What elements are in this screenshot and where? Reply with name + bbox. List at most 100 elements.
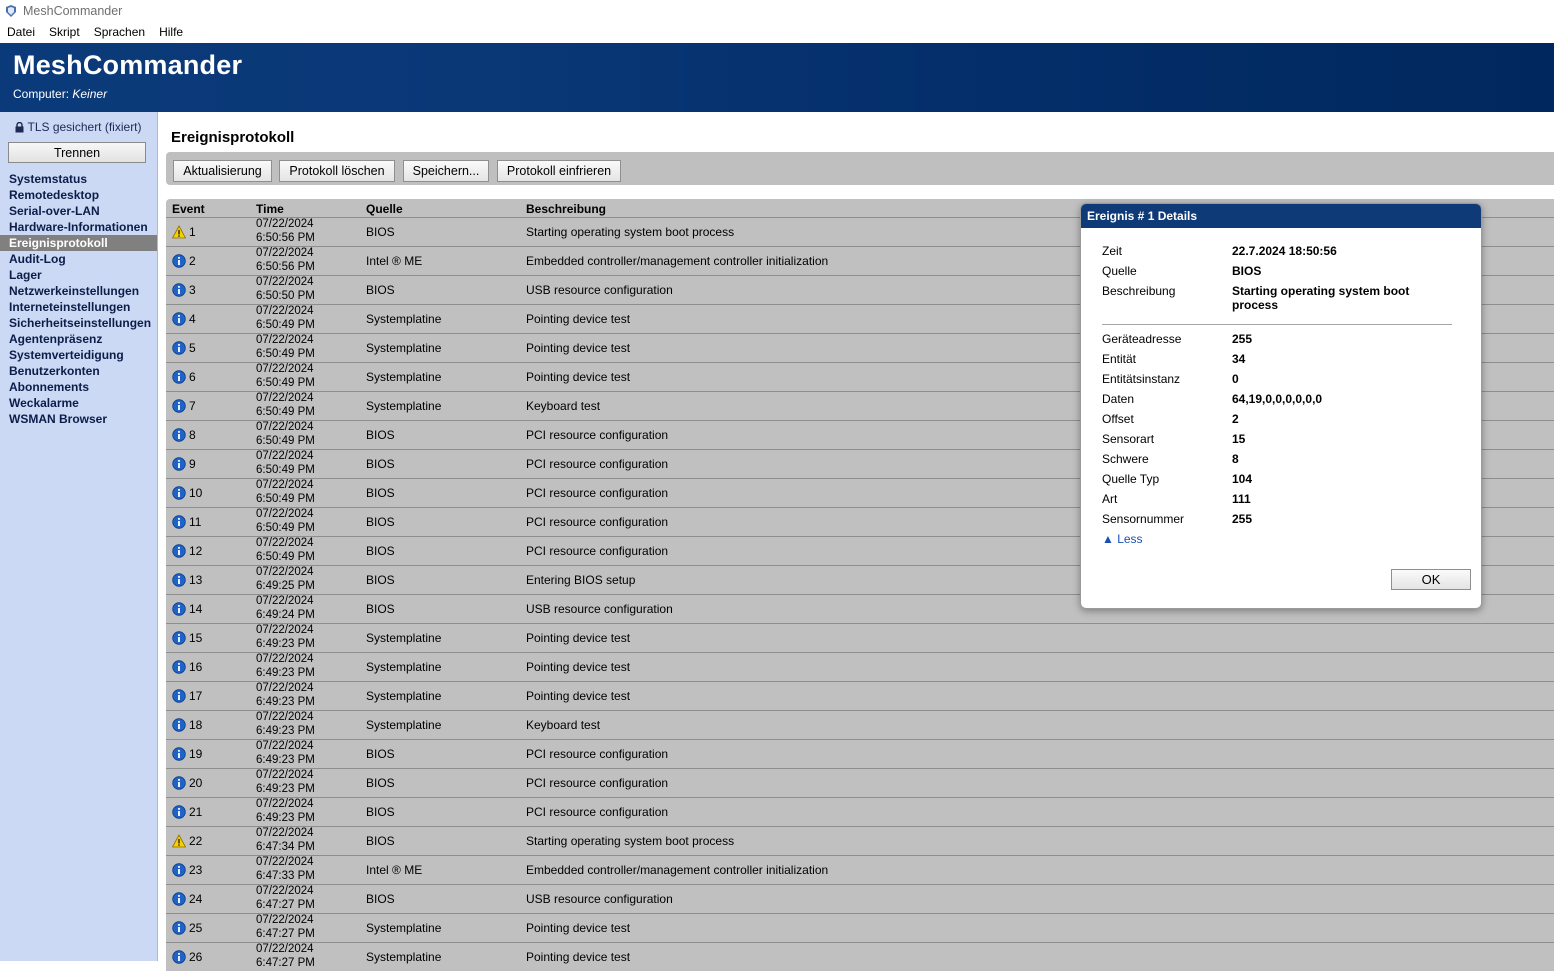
event-number: 26 [189, 950, 203, 964]
table-row[interactable]: 15 07/22/2024 6:49:23 PM Systemplatine Point… [166, 623, 1554, 652]
info-icon [172, 950, 186, 964]
sidebar-item-interneteinstellungen[interactable]: Interneteinstellungen [0, 299, 157, 315]
dialog-title[interactable]: Ereignis # 1 Details [1081, 204, 1481, 228]
event-date: 07/22/2024 [256, 827, 314, 839]
dialog-detail-value: 104 [1232, 472, 1253, 486]
refresh-button[interactable]: Aktualisierung [173, 160, 272, 182]
source-cell: Systemplatine [366, 921, 442, 935]
column-header-event[interactable]: Event [172, 202, 205, 216]
sidebar-item-hardware-informationen[interactable]: Hardware-Informationen [0, 219, 157, 235]
table-row[interactable]: 25 07/22/2024 6:47:27 PM Systemplatine Point… [166, 913, 1554, 942]
menu-sprachen[interactable]: Sprachen [87, 25, 152, 39]
sidebar-item-abonnements[interactable]: Abonnements [0, 379, 157, 395]
table-row[interactable]: 23 07/22/2024 6:47:33 PM Intel ® ME Embedded… [166, 855, 1554, 884]
table-row[interactable]: 21 07/22/2024 6:49:23 PM BIOS PCI resource c… [166, 797, 1554, 826]
dialog-label: Beschreibung [1102, 284, 1176, 298]
sidebar-item-ereignisprotokoll[interactable]: Ereignisprotokoll [0, 235, 157, 251]
sidebar-item-audit-log[interactable]: Audit-Log [0, 251, 157, 267]
event-time: 6:49:24 PM [256, 608, 315, 621]
event-number: 11 [189, 515, 202, 529]
sidebar-item-remotedesktop[interactable]: Remotedesktop [0, 187, 157, 203]
disconnect-button[interactable]: Trennen [8, 142, 146, 163]
event-time: 6:49:23 PM [256, 811, 315, 824]
menu-hilfe[interactable]: Hilfe [152, 25, 190, 39]
time-cell: 07/22/2024 6:50:49 PM [256, 479, 315, 506]
source-cell: BIOS [366, 892, 395, 906]
sidebar-item-agentenpräsenz[interactable]: Agentenpräsenz [0, 331, 157, 347]
info-icon [172, 312, 186, 326]
ok-button[interactable]: OK [1391, 569, 1471, 590]
event-time: 6:50:49 PM [256, 434, 315, 447]
column-header-source[interactable]: Quelle [366, 202, 403, 216]
table-row[interactable]: 26 07/22/2024 6:47:27 PM Systemplatine Point… [166, 942, 1554, 971]
event-date: 07/22/2024 [256, 885, 314, 897]
sidebar-item-netzwerkeinstellungen[interactable]: Netzwerkeinstellungen [0, 283, 157, 299]
menu-datei[interactable]: Datei [0, 25, 42, 39]
source-cell: Systemplatine [366, 689, 442, 703]
sidebar-item-benutzerkonten[interactable]: Benutzerkonten [0, 363, 157, 379]
source-cell: BIOS [366, 515, 395, 529]
event-number: 21 [189, 805, 203, 819]
less-link[interactable]: ▲ Less [1102, 532, 1143, 546]
event-date: 07/22/2024 [256, 566, 314, 578]
event-number: 2 [189, 254, 196, 268]
source-cell: BIOS [366, 486, 395, 500]
event-date: 07/22/2024 [256, 624, 314, 636]
time-cell: 07/22/2024 6:47:27 PM [256, 885, 315, 912]
time-cell: 07/22/2024 6:50:56 PM [256, 218, 315, 245]
event-details-dialog: Ereignis # 1 Details Zeit 22.7.2024 18:50… [1080, 203, 1482, 609]
time-cell: 07/22/2024 6:49:23 PM [256, 798, 315, 825]
event-date: 07/22/2024 [256, 421, 314, 433]
table-row[interactable]: 24 07/22/2024 6:47:27 PM BIOS USB resource c… [166, 884, 1554, 913]
dialog-detail-value: 34 [1232, 352, 1246, 366]
description-cell: Entering BIOS setup [526, 573, 636, 587]
table-row[interactable]: 17 07/22/2024 6:49:23 PM Systemplatine Point… [166, 681, 1554, 710]
info-icon [172, 892, 186, 906]
sidebar-item-serial-over-lan[interactable]: Serial-over-LAN [0, 203, 157, 219]
table-row[interactable]: 16 07/22/2024 6:49:23 PM Systemplatine Point… [166, 652, 1554, 681]
table-row[interactable]: 18 07/22/2024 6:49:23 PM Systemplatine Keybo… [166, 710, 1554, 739]
save-button[interactable]: Speichern... [403, 160, 489, 182]
event-date: 07/22/2024 [256, 537, 314, 549]
event-number: 22 [189, 834, 203, 848]
description-cell: PCI resource configuration [526, 776, 669, 790]
sidebar-nav: Systemstatus Remotedesktop Serial-over-LAN… [0, 171, 157, 427]
event-time: 6:49:23 PM [256, 666, 315, 679]
table-row[interactable]: 20 07/22/2024 6:49:23 PM BIOS PCI resource c… [166, 768, 1554, 797]
sidebar-item-weckalarme[interactable]: Weckalarme [0, 395, 157, 411]
sidebar-item-lager[interactable]: Lager [0, 267, 157, 283]
info-icon [172, 399, 186, 413]
table-row[interactable]: 22 07/22/2024 6:47:34 PM BIOS Starting opera… [166, 826, 1554, 855]
sidebar-item-sicherheitseinstellungen[interactable]: Sicherheitseinstellungen [0, 315, 157, 331]
table-row[interactable]: 19 07/22/2024 6:49:23 PM BIOS PCI resource c… [166, 739, 1554, 768]
sidebar-item-systemverteidigung[interactable]: Systemverteidigung [0, 347, 157, 363]
event-cell: 15 [172, 631, 202, 645]
event-time: 6:49:25 PM [256, 579, 315, 592]
event-date: 07/22/2024 [256, 595, 314, 607]
description-cell: Embedded controller/management controlle… [526, 863, 829, 877]
event-cell: 10 [172, 486, 202, 500]
info-icon [172, 863, 186, 877]
description-cell: Pointing device test [526, 950, 631, 964]
source-cell: Systemplatine [366, 312, 442, 326]
sidebar-item-systemstatus[interactable]: Systemstatus [0, 171, 157, 187]
freeze-log-button[interactable]: Protokoll einfrieren [497, 160, 621, 182]
event-cell: 3 [172, 283, 196, 297]
computer-value: Keiner [72, 87, 108, 101]
column-header-description[interactable]: Beschreibung [526, 202, 606, 216]
source-cell: BIOS [366, 428, 395, 442]
time-cell: 07/22/2024 6:50:49 PM [256, 392, 315, 419]
dialog-value: BIOS [1232, 264, 1262, 278]
menu-skript[interactable]: Skript [42, 25, 87, 39]
dialog-detail-label: Geräteadresse [1102, 332, 1182, 346]
time-cell: 07/22/2024 6:49:25 PM [256, 566, 315, 593]
event-time: 6:47:27 PM [256, 927, 315, 940]
clear-log-button[interactable]: Protokoll löschen [279, 160, 395, 182]
description-cell: Pointing device test [526, 921, 631, 935]
event-date: 07/22/2024 [256, 334, 314, 346]
sidebar-item-wsman-browser[interactable]: WSMAN Browser [0, 411, 157, 427]
event-time: 6:50:49 PM [256, 492, 315, 505]
time-cell: 07/22/2024 6:49:23 PM [256, 740, 315, 767]
source-cell: BIOS [366, 805, 395, 819]
column-header-time[interactable]: Time [256, 202, 284, 216]
